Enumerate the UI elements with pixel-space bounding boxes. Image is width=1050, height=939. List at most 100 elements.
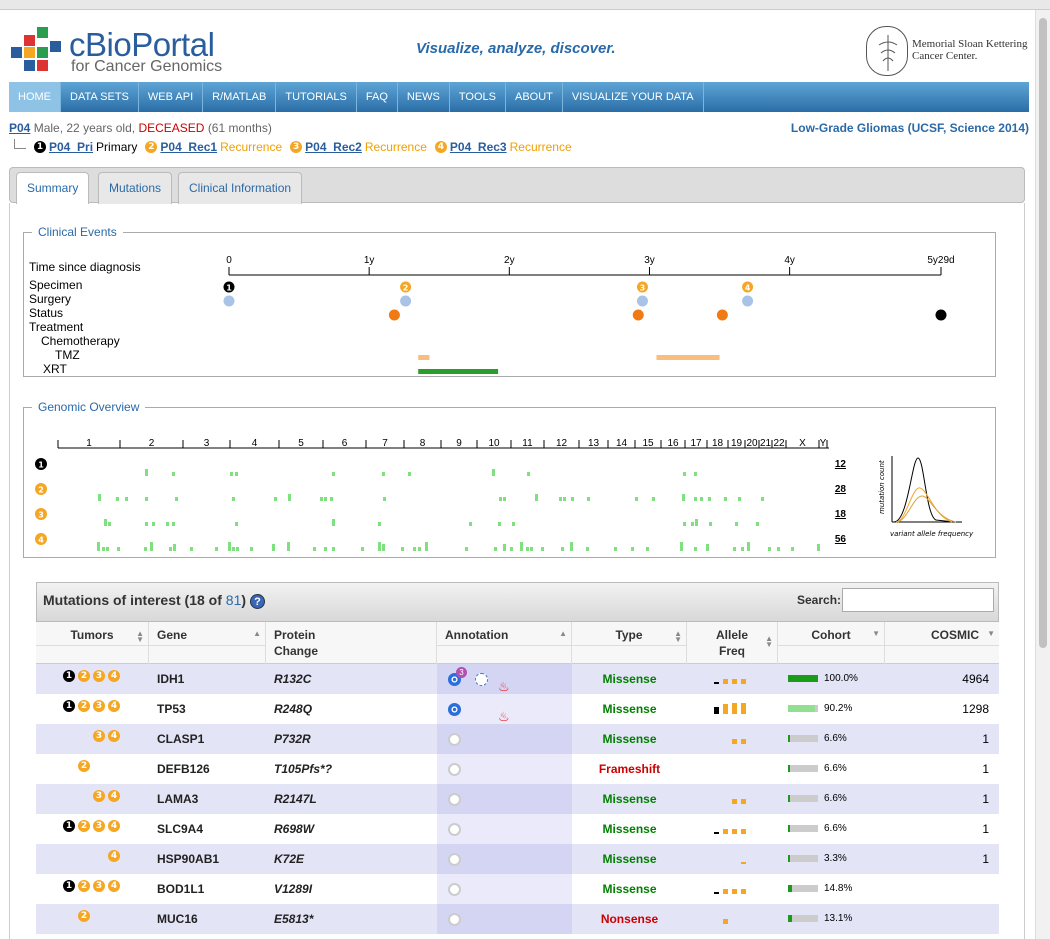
cohort-cell[interactable]: 6.6% — [778, 784, 885, 814]
cosmic-cell[interactable]: 1 — [885, 814, 999, 844]
civic-icon[interactable] — [475, 673, 488, 686]
oncokb-icon[interactable] — [448, 733, 461, 746]
sample-1-marker[interactable]: 1 — [63, 820, 75, 832]
cohort-cell[interactable]: 6.6% — [778, 724, 885, 754]
sample-3-marker[interactable]: 3 — [93, 790, 105, 802]
cosmic-cell[interactable]: 1 — [885, 844, 999, 874]
cohort-cell[interactable]: 6.6% — [778, 814, 885, 844]
help-icon[interactable]: ? — [249, 593, 265, 609]
column-protein-change[interactable]: Protein Change — [266, 622, 437, 664]
table-row[interactable]: 1 2 3 4 SLC9A4 R698W Missense 6.6% 1 — [36, 814, 999, 844]
oncokb-icon[interactable] — [448, 823, 461, 836]
column-cosmic[interactable]: COSMIC ▼ — [885, 622, 999, 664]
cosmic-cell[interactable] — [885, 874, 999, 904]
sample-4-marker[interactable]: 4 — [108, 820, 120, 832]
gene-cell[interactable]: LAMA3 — [157, 784, 267, 814]
nav-visualize-your-data[interactable]: VISUALIZE YOUR DATA — [563, 82, 704, 112]
oncokb-icon[interactable] — [448, 703, 461, 716]
sample-4-marker[interactable]: 4 — [108, 730, 120, 742]
gene-cell[interactable]: SLC9A4 — [157, 814, 267, 844]
oncokb-icon[interactable] — [448, 883, 461, 896]
sample-3-marker[interactable]: 3 — [290, 141, 303, 153]
sample-1-marker[interactable]: 1 — [34, 141, 46, 153]
gene-cell[interactable]: IDH1 — [157, 664, 267, 694]
cosmic-cell[interactable] — [885, 904, 999, 934]
cohort-cell[interactable]: 100.0% — [778, 664, 885, 694]
cohort-cell[interactable]: 6.6% — [778, 754, 885, 784]
patient-id-link[interactable]: P04 — [9, 121, 30, 135]
table-row[interactable]: 2 MUC16 E5813* Nonsense 13.1% — [36, 904, 999, 934]
cosmic-cell[interactable]: 1298 — [885, 694, 999, 724]
sample-link[interactable]: P04_Pri — [49, 140, 93, 154]
tab-clinical-information[interactable]: Clinical Information — [178, 172, 303, 204]
sample-4-marker[interactable]: 4 — [108, 790, 120, 802]
nav-tools[interactable]: TOOLS — [450, 82, 506, 112]
study-link[interactable]: Low-Grade Gliomas (UCSF, Science 2014) — [791, 121, 1029, 135]
column-type[interactable]: Type ▲ ▼ — [572, 622, 687, 664]
sample-2-marker[interactable]: 2 — [78, 760, 90, 772]
column-gene[interactable]: Gene ▲ — [149, 622, 266, 664]
nav-about[interactable]: ABOUT — [506, 82, 563, 112]
mutation-count-link[interactable]: 28 — [835, 484, 847, 495]
table-row[interactable]: 1 2 3 4 BOD1L1 V1289I Missense 14.8% — [36, 874, 999, 904]
sample-1-marker[interactable]: 1 — [63, 700, 75, 712]
cohort-cell[interactable]: 3.3% — [778, 844, 885, 874]
column-cohort[interactable]: Cohort ▼ — [778, 622, 885, 664]
sample-3-marker[interactable]: 3 — [93, 820, 105, 832]
mutations-total-link[interactable]: 81 — [226, 592, 242, 608]
sample-2-marker[interactable]: 2 — [78, 670, 90, 682]
gene-cell[interactable]: CLASP1 — [157, 724, 267, 754]
column-annotation[interactable]: Annotation ▲ — [437, 622, 572, 664]
sample-4-marker[interactable]: 4 — [108, 880, 120, 892]
nav-faq[interactable]: FAQ — [357, 82, 398, 112]
gene-cell[interactable]: BOD1L1 — [157, 874, 267, 904]
oncokb-icon[interactable] — [448, 913, 461, 926]
nav-data-sets[interactable]: DATA SETS — [61, 82, 139, 112]
sample-4-marker[interactable]: 4 — [108, 850, 120, 862]
genomic-overview-plot[interactable]: 1 2 3 4 5 6 7 8 9 10 11 12 13 14 15 16 17 18 19 20 21 22 X Y1 12… — [24, 424, 984, 564]
cohort-cell[interactable]: 13.1% — [778, 904, 885, 934]
cohort-cell[interactable]: 90.2% — [778, 694, 885, 724]
table-row[interactable]: 1 2 3 4 IDH1 R132C 3 ♨ Missense 100.0% 4964 — [36, 664, 999, 694]
nav-tutorials[interactable]: TUTORIALS — [276, 82, 357, 112]
gene-cell[interactable]: TP53 — [157, 694, 267, 724]
column-tumors[interactable]: Tumors ▲ ▼ — [36, 622, 149, 664]
gene-cell[interactable]: DEFB126 — [157, 754, 267, 784]
sample-4-marker[interactable]: 4 — [108, 700, 120, 712]
oncokb-icon[interactable] — [448, 853, 461, 866]
sample-2-marker[interactable]: 2 — [78, 910, 90, 922]
nav-r-matlab[interactable]: R/MATLAB — [203, 82, 277, 112]
sample-2-marker[interactable]: 2 — [78, 700, 90, 712]
cosmic-cell[interactable]: 1 — [885, 754, 999, 784]
gene-cell[interactable]: HSP90AB1 — [157, 844, 267, 874]
sample-link[interactable]: P04_Rec1 — [160, 140, 217, 154]
tab-mutations[interactable]: Mutations — [98, 172, 173, 204]
clinical-timeline[interactable]: Time since diagnosis SpecimenSurgeryStatu… — [24, 251, 984, 391]
tab-summary[interactable]: Summary — [16, 172, 90, 204]
sample-3-marker[interactable]: 3 — [93, 670, 105, 682]
nav-web-api[interactable]: WEB API — [139, 82, 204, 112]
column-allele-freq[interactable]: Allele Freq ▲ ▼ — [687, 622, 778, 664]
sample-3-marker[interactable]: 3 — [93, 700, 105, 712]
cosmic-cell[interactable]: 1 — [885, 784, 999, 814]
sample-1-marker[interactable]: 1 — [63, 670, 75, 682]
sample-1-marker[interactable]: 1 — [63, 880, 75, 892]
scrollbar-thumb[interactable] — [1039, 18, 1047, 648]
sample-link[interactable]: P04_Rec3 — [450, 140, 507, 154]
search-input[interactable] — [842, 588, 994, 612]
mutation-count-link[interactable]: 18 — [835, 509, 847, 520]
mskcc-logo[interactable]: Memorial Sloan Kettering Cancer Center. — [866, 26, 1031, 78]
nav-home[interactable]: HOME — [9, 82, 61, 112]
mutation-count-link[interactable]: 12 — [835, 459, 847, 470]
mutation-count-link[interactable]: 56 — [835, 534, 847, 545]
sample-2-marker[interactable]: 2 — [78, 880, 90, 892]
table-row[interactable]: 1 2 3 4 TP53 R248Q ♨ Missense 90.2% 1298 — [36, 694, 999, 724]
cbioportal-logo-icon[interactable] — [11, 27, 61, 75]
table-row[interactable]: 4 HSP90AB1 K72E Missense 3.3% 1 — [36, 844, 999, 874]
cosmic-cell[interactable]: 1 — [885, 724, 999, 754]
cohort-cell[interactable]: 14.8% — [778, 874, 885, 904]
oncokb-icon[interactable] — [448, 763, 461, 776]
oncokb-icon[interactable] — [448, 793, 461, 806]
nav-news[interactable]: NEWS — [398, 82, 450, 112]
table-row[interactable]: 3 4 CLASP1 P732R Missense 6.6% 1 — [36, 724, 999, 754]
